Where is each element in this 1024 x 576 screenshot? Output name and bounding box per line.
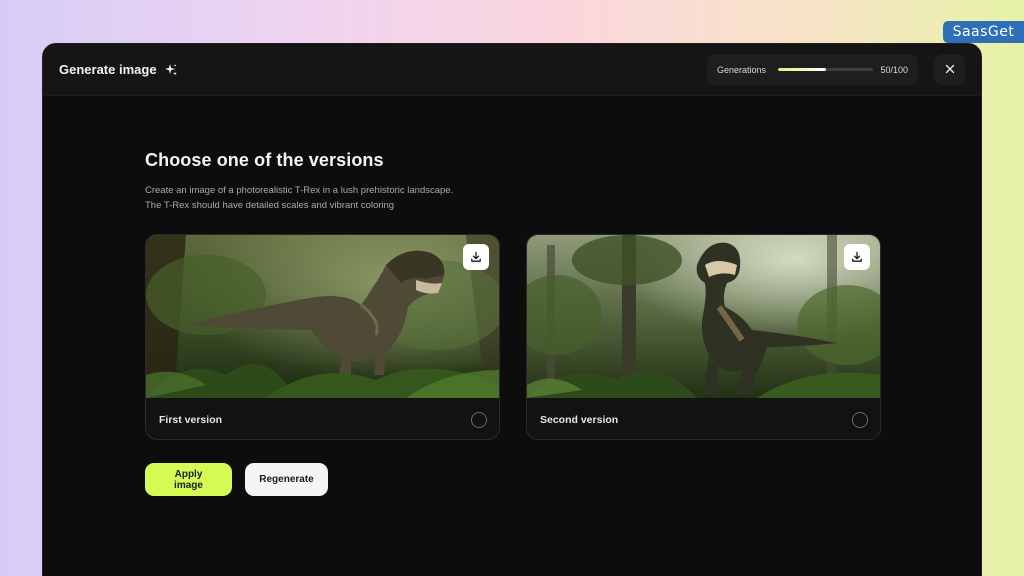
version-image-second [527, 235, 880, 398]
prompt-line-2: The T-Rex should have detailed scales an… [145, 200, 395, 211]
version-card-footer-second: Second version [527, 398, 880, 439]
page-title: Choose one of the versions [145, 150, 384, 170]
version-label-first: First version [159, 413, 223, 426]
download-button-first[interactable] [463, 244, 489, 270]
version-radio-second[interactable] [852, 411, 868, 428]
generate-image-modal: Generate image Generations 50/100 Choose… [42, 43, 982, 576]
generations-count: 50/100 [880, 64, 908, 75]
modal-content: Choose one of the versions Create an ima… [145, 150, 881, 496]
watermark-text: SaasGet [952, 24, 1015, 40]
version-card-footer-first: First version [146, 398, 499, 439]
download-icon [470, 251, 482, 263]
close-button[interactable] [934, 54, 965, 85]
modal-title-text: Generate image [59, 62, 157, 77]
generations-meter: Generations 50/100 [707, 54, 918, 85]
generations-progress-bar [777, 68, 874, 71]
version-label-second: Second version [540, 413, 619, 426]
version-card-first[interactable]: First version [145, 234, 500, 440]
modal-header: Generate image Generations 50/100 [43, 44, 981, 96]
sparkle-icon [164, 63, 178, 77]
version-card-second[interactable]: Second version [526, 234, 881, 440]
generations-progress-fill [777, 68, 826, 71]
download-button-second[interactable] [844, 244, 870, 270]
regenerate-button[interactable]: Regenerate [245, 463, 328, 496]
prompt-line-1: Create an image of a photorealistic T-Re… [145, 185, 454, 196]
version-radio-first[interactable] [471, 411, 487, 428]
modal-title: Generate image [59, 62, 178, 77]
action-buttons: Apply image Regenerate [145, 463, 328, 496]
apply-image-button[interactable]: Apply image [145, 463, 232, 496]
version-cards: First version Second version [145, 234, 881, 440]
watermark-logo: SaasGet [943, 21, 1024, 43]
version-image-first [146, 235, 499, 398]
generations-label: Generations [717, 64, 767, 75]
prompt-description: Create an image of a photorealistic T-Re… [145, 183, 505, 213]
close-icon [945, 62, 955, 77]
download-icon [851, 251, 863, 263]
